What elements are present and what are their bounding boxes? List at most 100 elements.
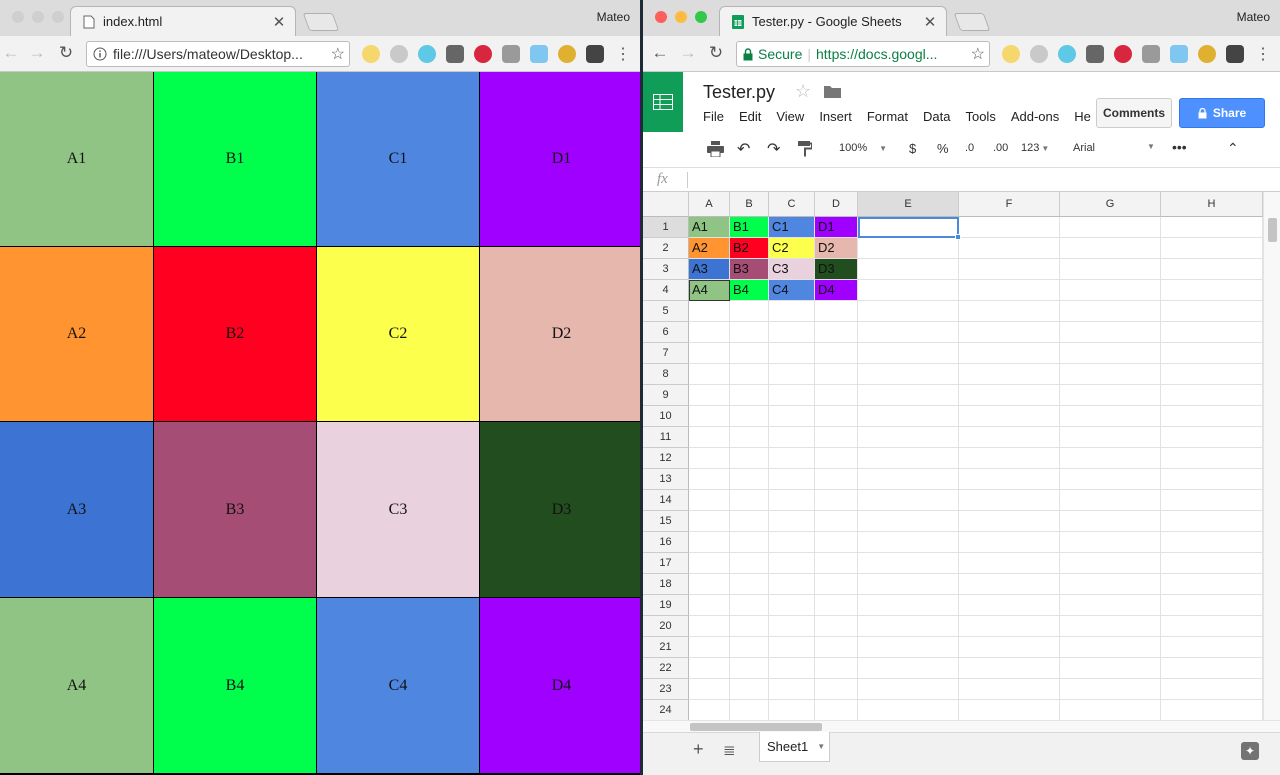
- sheet-cell[interactable]: [730, 406, 769, 427]
- menu-add-ons[interactable]: Add-ons: [1011, 109, 1059, 124]
- column-header[interactable]: B: [730, 192, 769, 217]
- sheet-cell[interactable]: [689, 301, 730, 322]
- bee-extension-icon[interactable]: [558, 45, 576, 63]
- document-title[interactable]: Tester.py: [703, 82, 775, 103]
- more-menu-icon[interactable]: ⋮: [1255, 44, 1271, 64]
- row-header[interactable]: 8: [643, 364, 689, 385]
- sheet-cell[interactable]: [959, 238, 1060, 259]
- sheet-cell[interactable]: [959, 280, 1060, 301]
- sheet-cell[interactable]: [730, 679, 769, 700]
- sheet-cell[interactable]: [959, 574, 1060, 595]
- currency-button[interactable]: $: [909, 141, 916, 156]
- sheet-cell[interactable]: [689, 637, 730, 658]
- sheet-cell[interactable]: [730, 343, 769, 364]
- sheet-cell[interactable]: C4: [769, 280, 815, 301]
- sheet-cell[interactable]: [689, 322, 730, 343]
- row-header[interactable]: 20: [643, 616, 689, 637]
- sheet-cell[interactable]: [858, 406, 959, 427]
- minimize-window-button[interactable]: [675, 11, 687, 23]
- sheet-cell[interactable]: A2: [689, 238, 730, 259]
- reload-icon[interactable]: ↻: [55, 43, 77, 63]
- row-header[interactable]: 7: [643, 343, 689, 364]
- sheet-cell[interactable]: [1161, 595, 1263, 616]
- row-header[interactable]: 17: [643, 553, 689, 574]
- row-header[interactable]: 16: [643, 532, 689, 553]
- row-header[interactable]: 21: [643, 637, 689, 658]
- menu-tools[interactable]: Tools: [965, 109, 995, 124]
- sheet-cell[interactable]: [730, 301, 769, 322]
- sheet-cell[interactable]: [959, 679, 1060, 700]
- row-header[interactable]: 23: [643, 679, 689, 700]
- sheet-cell[interactable]: [1060, 616, 1161, 637]
- sheet-cell[interactable]: [1161, 406, 1263, 427]
- sheet-cell[interactable]: [769, 301, 815, 322]
- sheet-cell[interactable]: [1161, 553, 1263, 574]
- sheet-cell[interactable]: [689, 679, 730, 700]
- sheet-cell[interactable]: [1161, 301, 1263, 322]
- sheet-cell[interactable]: [1161, 280, 1263, 301]
- sheet-cell[interactable]: [769, 532, 815, 553]
- sheet-cell[interactable]: [730, 595, 769, 616]
- sheet-cell[interactable]: [769, 553, 815, 574]
- sheet-cell[interactable]: [1060, 406, 1161, 427]
- sheet-cell[interactable]: [858, 616, 959, 637]
- select-all-corner[interactable]: [643, 192, 689, 217]
- cast-extension-icon[interactable]: [446, 45, 464, 63]
- sheet-cell[interactable]: [769, 616, 815, 637]
- sheet-cell[interactable]: [769, 595, 815, 616]
- sheet-cell[interactable]: [858, 532, 959, 553]
- address-bar[interactable]: file:///Users/mateow/Desktop... ☆: [86, 41, 350, 67]
- sheet-cell[interactable]: [959, 259, 1060, 280]
- sheet-cell[interactable]: [959, 532, 1060, 553]
- sheet-cell[interactable]: [730, 532, 769, 553]
- sheet-cell[interactable]: D1: [815, 217, 858, 238]
- row-header[interactable]: 13: [643, 469, 689, 490]
- column-header[interactable]: G: [1060, 192, 1161, 217]
- minimize-window-button[interactable]: [32, 11, 44, 23]
- row-header[interactable]: 22: [643, 658, 689, 679]
- sheet-cell[interactable]: D4: [815, 280, 858, 301]
- sheet-cell[interactable]: [1161, 511, 1263, 532]
- spreadsheet-grid[interactable]: A B C D E F G H 1 A1 B1 C1 D1 2 A2 B2 C2 D2 3 A3 B3 C3 D3 4 A4 B4…: [643, 192, 1263, 720]
- row-header[interactable]: 14: [643, 490, 689, 511]
- row-header[interactable]: 6: [643, 322, 689, 343]
- percent-button[interactable]: %: [937, 141, 949, 156]
- increase-decimals-button[interactable]: .00: [993, 142, 1008, 154]
- sheet-cell[interactable]: [858, 259, 959, 280]
- sheet-cell[interactable]: [1161, 385, 1263, 406]
- bee-extension-icon[interactable]: [1198, 45, 1216, 63]
- sheet-cell[interactable]: [1161, 217, 1263, 238]
- share-button[interactable]: Share: [1179, 98, 1265, 128]
- profile-name[interactable]: Mateo: [597, 10, 630, 24]
- sheet-cell[interactable]: [1060, 427, 1161, 448]
- row-header[interactable]: 5: [643, 301, 689, 322]
- fill-handle[interactable]: [955, 234, 961, 240]
- sheet-cell[interactable]: [1161, 637, 1263, 658]
- sheet-cell[interactable]: [858, 511, 959, 532]
- sheet-cell[interactable]: [1060, 259, 1161, 280]
- sheet-cell[interactable]: A1: [689, 217, 730, 238]
- sheet-cell[interactable]: [689, 406, 730, 427]
- zoom-select[interactable]: 100% ▼: [839, 142, 887, 154]
- horizontal-scrollbar[interactable]: [643, 720, 1280, 732]
- sheet-cell[interactable]: [959, 490, 1060, 511]
- sheet-cell[interactable]: [858, 364, 959, 385]
- sheet-cell[interactable]: [769, 511, 815, 532]
- zoom-window-button[interactable]: [695, 11, 707, 23]
- sheet-cell[interactable]: [959, 658, 1060, 679]
- sheet-cell[interactable]: [815, 616, 858, 637]
- close-tab-icon[interactable]: ✕: [269, 13, 289, 31]
- sheet-cell[interactable]: [769, 448, 815, 469]
- close-window-button[interactable]: [655, 11, 667, 23]
- sheet-cell[interactable]: [858, 700, 959, 720]
- sheet-cell[interactable]: C2: [769, 238, 815, 259]
- sheet-cell[interactable]: A4: [689, 280, 730, 301]
- sheet-cell[interactable]: [815, 658, 858, 679]
- sheet-cell[interactable]: [858, 448, 959, 469]
- sheet-cell[interactable]: [730, 427, 769, 448]
- sheet-cell[interactable]: [689, 511, 730, 532]
- sheet-cell[interactable]: [1060, 217, 1161, 238]
- sheet-cell[interactable]: [815, 322, 858, 343]
- sheet-cell[interactable]: [959, 322, 1060, 343]
- row-header[interactable]: 24: [643, 700, 689, 720]
